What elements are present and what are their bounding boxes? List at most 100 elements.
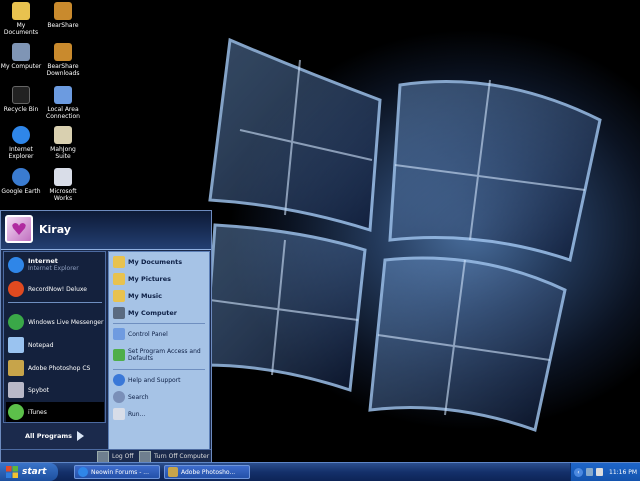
network-connection-icon	[54, 86, 72, 104]
search-icon	[113, 391, 125, 403]
chevron-left-icon[interactable]: ‹	[574, 467, 583, 477]
itunes-icon	[8, 404, 24, 420]
program-defaults-icon	[113, 349, 125, 361]
places-item-label: My Documents	[128, 257, 183, 266]
recordnow-icon	[8, 281, 24, 297]
system-tray: ‹ 11:16 PM	[570, 463, 640, 481]
clock[interactable]: 11:16 PM	[609, 469, 637, 476]
turn-off-label: Turn Off Computer	[154, 453, 210, 460]
photoshop-icon	[8, 360, 24, 376]
desktop-icon-mahjong-suite[interactable]: MahJong Suite	[42, 126, 84, 160]
menu-separator	[113, 369, 205, 370]
places-item-my-music[interactable]: My Music	[111, 288, 207, 304]
places-item-my-documents[interactable]: My Documents	[111, 254, 207, 270]
taskbar-button-photoshop[interactable]: Adobe Photosho...	[164, 465, 250, 479]
places-item-my-pictures[interactable]: My Pictures	[111, 271, 207, 287]
start-item-spybot[interactable]: Spybot	[6, 380, 104, 400]
start-item-recordnow[interactable]: RecordNow! Deluxe	[6, 279, 104, 299]
heart-icon	[12, 223, 26, 235]
all-programs-button[interactable]: All Programs	[3, 425, 106, 447]
folder-documents-icon	[12, 2, 30, 20]
photoshop-icon	[168, 467, 178, 477]
places-item-label: My Music	[128, 291, 163, 300]
start-item-label: Internet	[28, 257, 58, 265]
places-item-label: Search	[128, 393, 149, 401]
taskbar-button-label: Adobe Photosho...	[181, 468, 236, 476]
folder-documents-icon	[113, 256, 125, 268]
places-item-label: Help and Support	[128, 376, 181, 384]
start-item-internet[interactable]: Internet Internet Explorer	[6, 255, 104, 275]
places-item-label: My Pictures	[128, 274, 172, 283]
desktop-icon-google-earth[interactable]: Google Earth	[0, 168, 42, 195]
places-item-label: Control Panel	[128, 330, 168, 338]
log-off-label: Log Off	[112, 453, 134, 460]
all-programs-label: All Programs	[24, 432, 73, 440]
start-item-adobe-photoshop[interactable]: Adobe Photoshop CS	[6, 358, 104, 378]
folder-music-icon	[113, 290, 125, 302]
folder-pictures-icon	[113, 273, 125, 285]
desktop-icon-recycle-bin[interactable]: Recycle Bin	[0, 86, 42, 113]
power-icon	[139, 450, 151, 463]
computer-icon	[12, 43, 30, 61]
places-item-label: Set Program Access and Defaults	[128, 348, 201, 362]
start-menu: Kiray Internet Internet Explorer RecordNo…	[0, 210, 212, 463]
google-earth-icon	[12, 168, 30, 186]
start-item-sublabel: Internet Explorer	[28, 265, 79, 272]
menu-separator	[8, 302, 102, 303]
log-off-button[interactable]: Log Off	[97, 450, 134, 463]
menu-separator	[113, 323, 205, 324]
places-item-my-computer[interactable]: My Computer	[111, 305, 207, 321]
desktop-icon-my-computer[interactable]: My Computer	[0, 43, 42, 70]
bearshare-icon	[54, 2, 72, 20]
desktop-icon-bearshare[interactable]: BearShare	[42, 2, 84, 29]
start-label: start	[22, 467, 47, 477]
recycle-bin-icon	[12, 86, 30, 104]
control-panel-icon	[113, 328, 125, 340]
help-icon	[113, 374, 125, 386]
places-item-run[interactable]: Run...	[111, 406, 207, 422]
start-menu-footer: Log Off Turn Off Computer	[1, 449, 211, 463]
windows-flag-icon	[6, 466, 18, 478]
taskbar-button-neowin[interactable]: Neowin Forums - ...	[74, 465, 160, 479]
start-item-notepad[interactable]: Notepad	[6, 335, 104, 355]
start-item-label: Spybot	[28, 386, 49, 394]
computer-icon	[113, 307, 125, 319]
user-name: Kiray	[39, 223, 71, 236]
microsoft-works-icon	[54, 168, 72, 186]
start-menu-header: Kiray	[1, 211, 211, 250]
turn-off-button[interactable]: Turn Off Computer	[139, 450, 210, 463]
places-item-control-panel[interactable]: Control Panel	[111, 326, 207, 342]
desktop-icon-internet-explorer[interactable]: Internet Explorer	[0, 126, 42, 160]
places-item-label: My Computer	[128, 308, 177, 317]
start-item-windows-live-messenger[interactable]: Windows Live Messenger	[6, 312, 104, 332]
start-menu-programs-pane: Internet Internet Explorer RecordNow! Del…	[3, 251, 106, 423]
desktop-icon-bearshare-downloads[interactable]: BearShare Downloads	[42, 43, 84, 77]
start-item-label: Windows Live Messenger	[28, 318, 104, 326]
internet-explorer-icon	[78, 467, 88, 477]
volume-tray-icon[interactable]	[596, 468, 603, 476]
internet-explorer-icon	[12, 126, 30, 144]
places-item-program-defaults[interactable]: Set Program Access and Defaults	[111, 344, 207, 366]
spybot-icon	[8, 382, 24, 398]
taskbar-button-label: Neowin Forums - ...	[91, 468, 149, 476]
start-item-label: Notepad	[28, 341, 54, 349]
places-item-search[interactable]: Search	[111, 389, 207, 405]
mahjong-icon	[54, 126, 72, 144]
arrow-right-icon	[77, 431, 85, 441]
notepad-icon	[8, 337, 24, 353]
network-tray-icon[interactable]	[586, 468, 593, 476]
desktop-icon-microsoft-works[interactable]: Microsoft Works	[42, 168, 84, 202]
messenger-icon	[8, 314, 24, 330]
user-avatar[interactable]	[5, 215, 33, 243]
desktop-icon-my-documents[interactable]: My Documents	[0, 2, 42, 36]
taskbar: start Neowin Forums - ... Adobe Photosho…	[0, 462, 640, 481]
places-item-help-and-support[interactable]: Help and Support	[111, 372, 207, 388]
log-off-icon	[97, 450, 109, 463]
desktop-icon-local-area-connection[interactable]: Local Area Connection	[42, 86, 84, 120]
start-menu-places-pane: My Documents My Pictures My Music My Com…	[108, 251, 210, 451]
internet-explorer-icon	[8, 257, 24, 273]
start-item-label: Adobe Photoshop CS	[28, 364, 91, 372]
start-item-label: iTunes	[28, 408, 47, 416]
start-item-itunes[interactable]: iTunes	[6, 402, 104, 422]
start-button[interactable]: start	[0, 463, 58, 481]
